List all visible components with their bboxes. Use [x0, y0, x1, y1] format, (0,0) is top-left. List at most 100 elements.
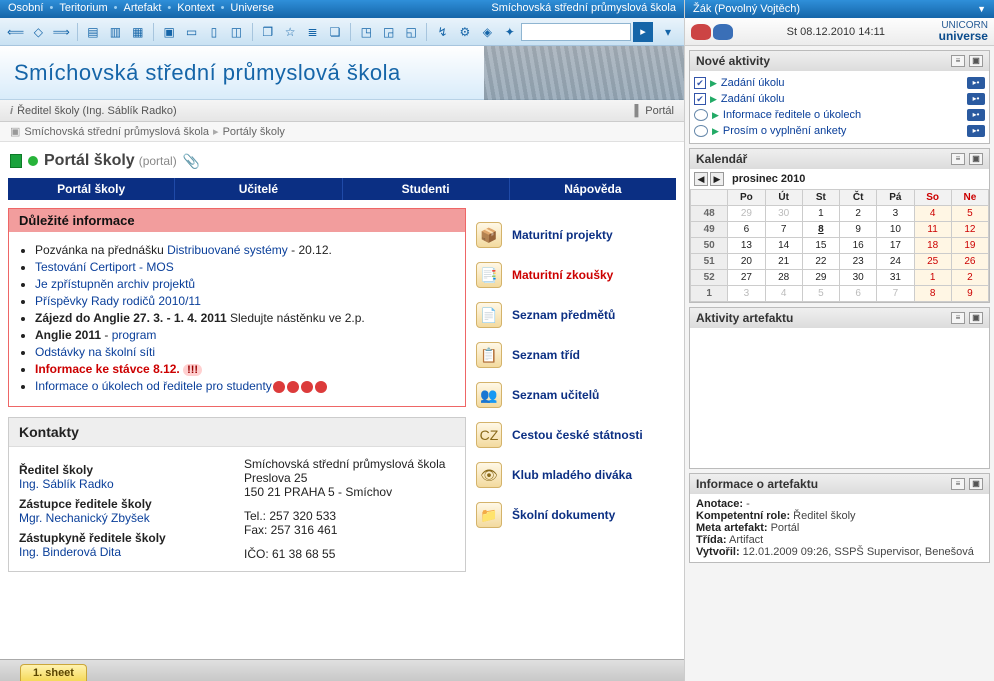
- rnav-item[interactable]: CZ Cestou české státnosti: [476, 422, 676, 448]
- list-icon[interactable]: ≣: [304, 23, 320, 41]
- important-link[interactable]: program: [112, 328, 157, 342]
- doc2-icon[interactable]: ▥: [107, 23, 123, 41]
- elephant-red-icon[interactable]: [691, 24, 711, 40]
- cal-day[interactable]: 7: [877, 286, 914, 302]
- topnav-item[interactable]: Kontext: [177, 2, 214, 14]
- cal-day[interactable]: 3: [877, 206, 914, 222]
- crumb-leaf[interactable]: Portály školy: [223, 126, 285, 138]
- cal-day[interactable]: 4: [765, 286, 802, 302]
- cal-day[interactable]: 17: [877, 238, 914, 254]
- cal-day[interactable]: 21: [765, 254, 802, 270]
- cal-day[interactable]: 4: [914, 206, 951, 222]
- attachment-icon[interactable]: 📎: [183, 153, 200, 170]
- action1-icon[interactable]: ↯: [434, 23, 450, 41]
- activity-action[interactable]: ▸•: [967, 93, 985, 105]
- topnav-item[interactable]: Teritorium: [59, 2, 107, 14]
- important-link[interactable]: Je zpřístupněn archiv projektů: [35, 277, 195, 291]
- topnav-item[interactable]: Osobní: [8, 2, 43, 14]
- cal-prev-icon[interactable]: ◀: [694, 172, 708, 186]
- cal-day[interactable]: 11: [914, 222, 951, 238]
- cal-day[interactable]: 29: [728, 206, 765, 222]
- cal-day[interactable]: 9: [951, 286, 988, 302]
- activity-link[interactable]: Prosím o vyplnění ankety: [723, 125, 963, 137]
- cal-day[interactable]: 31: [877, 270, 914, 286]
- important-link[interactable]: Informace o úkolech od ředitele pro stud…: [35, 379, 272, 393]
- rnav-item[interactable]: 📁 Školní dokumenty: [476, 502, 676, 528]
- cal-day[interactable]: 13: [728, 238, 765, 254]
- cal-day[interactable]: 30: [765, 206, 802, 222]
- checkbox[interactable]: ✔: [694, 77, 706, 89]
- important-link[interactable]: Distribuované systémy: [167, 243, 288, 257]
- tab[interactable]: Studenti: [343, 178, 510, 200]
- contact-link[interactable]: Ing. Binderová Dita: [19, 545, 121, 559]
- cal-day[interactable]: 9: [840, 222, 877, 238]
- cal-day[interactable]: 3: [728, 286, 765, 302]
- cal-day[interactable]: 28: [765, 270, 802, 286]
- edit4-icon[interactable]: ◫: [228, 23, 244, 41]
- cal-day[interactable]: 6: [840, 286, 877, 302]
- action3-icon[interactable]: ◈: [479, 23, 495, 41]
- edit2-icon[interactable]: ▭: [183, 23, 199, 41]
- cal-day[interactable]: 5: [951, 206, 988, 222]
- nav-back-icon[interactable]: ⟸: [7, 23, 24, 41]
- topnav-item[interactable]: Artefakt: [123, 2, 161, 14]
- cal-day[interactable]: 26: [951, 254, 988, 270]
- contact-link[interactable]: Ing. Sáblík Radko: [19, 477, 114, 491]
- star-icon[interactable]: ☆: [282, 23, 298, 41]
- cal-day[interactable]: 20: [728, 254, 765, 270]
- cal-day[interactable]: 12: [951, 222, 988, 238]
- rnav-item[interactable]: 📦 Maturitní projekty: [476, 222, 676, 248]
- activity-link[interactable]: Zadání úkolu: [721, 93, 963, 105]
- tag-icon[interactable]: ◇: [30, 23, 46, 41]
- cal-day[interactable]: 8: [802, 222, 839, 238]
- panel-collapse-icon[interactable]: ▣: [969, 153, 983, 165]
- portal-label[interactable]: Portál: [645, 105, 674, 117]
- important-link[interactable]: Odstávky na školní síti: [35, 345, 155, 359]
- contact-link[interactable]: Mgr. Nechanický Zbyšek: [19, 511, 150, 525]
- rnav-item[interactable]: 📋 Seznam tříd: [476, 342, 676, 368]
- cal-day[interactable]: 2: [840, 206, 877, 222]
- cal-day[interactable]: 16: [840, 238, 877, 254]
- search-input[interactable]: [521, 23, 631, 41]
- crumb-root[interactable]: Smíchovská střední průmyslová škola: [24, 126, 209, 138]
- cal-day[interactable]: 2: [951, 270, 988, 286]
- tool1-icon[interactable]: ◳: [358, 23, 374, 41]
- cal-day[interactable]: 30: [840, 270, 877, 286]
- edit1-icon[interactable]: ▣: [161, 23, 177, 41]
- tab[interactable]: Portál školy: [8, 178, 175, 200]
- tab[interactable]: Učitelé: [175, 178, 342, 200]
- topnav-item[interactable]: Universe: [230, 2, 273, 14]
- important-link[interactable]: Příspěvky Rady rodičů 2010/11: [35, 294, 201, 308]
- cal-day[interactable]: 1: [914, 270, 951, 286]
- panel-menu-icon[interactable]: ≡: [951, 312, 965, 324]
- doc3-icon[interactable]: ▦: [130, 23, 146, 41]
- copy-icon[interactable]: ❏: [327, 23, 343, 41]
- checkbox[interactable]: ✔: [694, 93, 706, 105]
- tool3-icon[interactable]: ◱: [403, 23, 419, 41]
- activity-action[interactable]: ▸•: [967, 77, 985, 89]
- edit3-icon[interactable]: ▯: [206, 23, 222, 41]
- panel-menu-icon[interactable]: ≡: [951, 55, 965, 67]
- activity-link[interactable]: Zadání úkolu: [721, 77, 963, 89]
- cal-day[interactable]: 23: [840, 254, 877, 270]
- dropdown-icon[interactable]: ▾: [659, 23, 677, 41]
- cal-day[interactable]: 15: [802, 238, 839, 254]
- panel-menu-icon[interactable]: ≡: [951, 478, 965, 490]
- cal-day[interactable]: 18: [914, 238, 951, 254]
- doc1-icon[interactable]: ▤: [85, 23, 101, 41]
- action2-icon[interactable]: ⚙: [457, 23, 473, 41]
- cal-day[interactable]: 22: [802, 254, 839, 270]
- rnav-item[interactable]: 👥 Seznam učitelů: [476, 382, 676, 408]
- action4-icon[interactable]: ✦: [502, 23, 518, 41]
- elephant-blue-icon[interactable]: [713, 24, 733, 40]
- panel-collapse-icon[interactable]: ▣: [969, 478, 983, 490]
- new-icon[interactable]: ❐: [260, 23, 276, 41]
- cal-day[interactable]: 6: [728, 222, 765, 238]
- cal-day[interactable]: 1: [802, 206, 839, 222]
- cal-day[interactable]: 14: [765, 238, 802, 254]
- cal-day[interactable]: 29: [802, 270, 839, 286]
- cal-next-icon[interactable]: ▶: [710, 172, 724, 186]
- cal-day[interactable]: 7: [765, 222, 802, 238]
- activity-action[interactable]: ▸•: [967, 125, 985, 137]
- cal-day[interactable]: 8: [914, 286, 951, 302]
